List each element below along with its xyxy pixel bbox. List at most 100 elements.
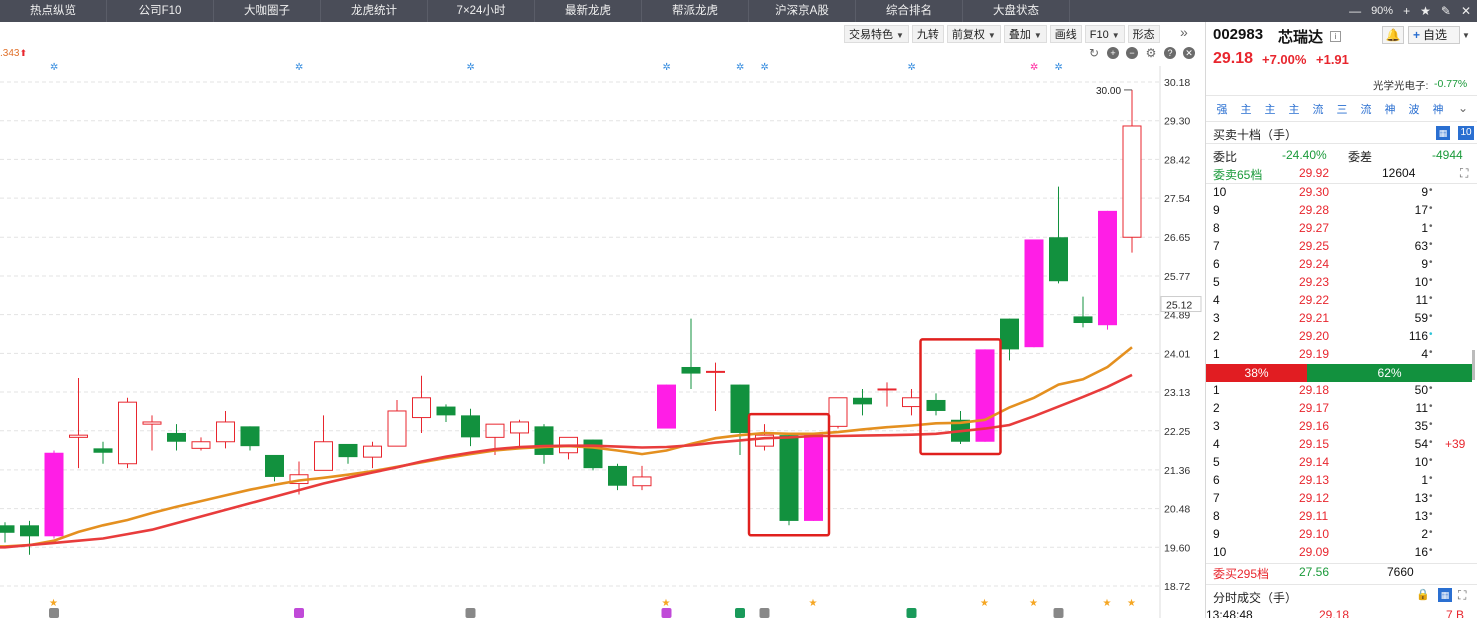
nav-tab[interactable]: 龙虎统计	[321, 0, 428, 22]
bid-row[interactable]: 8 29.11 13 •	[1206, 509, 1477, 527]
zoom-out-icon[interactable]: −	[1126, 47, 1138, 59]
last-price: 29.18	[1213, 50, 1254, 67]
volume-dot-icon: •	[1429, 401, 1433, 412]
bid-row[interactable]: 4 29.15 54 • +39	[1206, 437, 1477, 455]
orderbook-title: 买卖十档（手）	[1213, 128, 1298, 142]
level-price: 29.28	[1299, 203, 1330, 217]
toolbar-button[interactable]: 叠加 ▼	[1003, 25, 1047, 43]
nav-tab[interactable]: 综合排名	[856, 0, 963, 22]
ask-row[interactable]: 3 29.21 59 •	[1206, 311, 1477, 329]
toolbar-button[interactable]: 形态	[1127, 25, 1160, 43]
ma-line-red	[0, 373, 1133, 549]
toolbar-more-icon[interactable]: »	[1180, 24, 1188, 40]
industry-name[interactable]: 光学光电子:	[1373, 78, 1428, 93]
refresh-icon[interactable]: ↻	[1088, 47, 1100, 59]
toolbar-button[interactable]: 画线	[1049, 25, 1082, 43]
level-price: 29.09	[1299, 545, 1330, 559]
plus-icon: +	[1413, 28, 1421, 42]
level-volume: 63	[1414, 239, 1428, 253]
bid-row[interactable]: 5 29.14 10 •	[1206, 455, 1477, 473]
expand-icon[interactable]: ⛶	[1460, 166, 1468, 181]
alert-bell-button[interactable]: 🔔	[1382, 26, 1404, 44]
bid-row[interactable]: 1 29.18 50 •	[1206, 383, 1477, 401]
level-price: 29.11	[1299, 509, 1329, 523]
indicator-tag[interactable]: 波	[1405, 102, 1423, 118]
expand-icon[interactable]: ⛶	[1458, 588, 1466, 603]
indicator-tag[interactable]: 神	[1429, 102, 1447, 118]
nav-tab[interactable]: 帮派龙虎	[642, 0, 749, 22]
help-icon[interactable]: ?	[1164, 47, 1176, 59]
ask-row[interactable]: 4 29.22 11 •	[1206, 293, 1477, 311]
nav-tab[interactable]: 沪深京A股	[749, 0, 856, 22]
chart-icon-group: ↻ + − ⚙ ? ✕	[1088, 47, 1195, 59]
bid-row[interactable]: 6 29.13 1 •	[1206, 473, 1477, 491]
candle-body	[191, 441, 211, 449]
bottom-star-icon: ★	[809, 598, 818, 609]
level-price: 29.18	[1299, 383, 1330, 397]
bid-row[interactable]: 2 29.17 11 •	[1206, 401, 1477, 419]
bid-row[interactable]: 3 29.16 35 •	[1206, 419, 1477, 437]
close-icon[interactable]: ✕	[1461, 4, 1471, 18]
indicator-tag[interactable]: 神	[1381, 102, 1399, 118]
level-price: 29.16	[1299, 419, 1330, 433]
indicator-tag[interactable]: 主	[1237, 102, 1255, 118]
sell-summary-price: 29.92	[1299, 166, 1330, 180]
close-chart-icon[interactable]: ✕	[1183, 47, 1195, 59]
minus-icon[interactable]: —	[1349, 4, 1361, 18]
indicator-tag[interactable]: 主	[1261, 102, 1279, 118]
plus-icon[interactable]: +	[1403, 4, 1410, 18]
divider	[1206, 95, 1477, 96]
ask-row[interactable]: 5 29.23 10 •	[1206, 275, 1477, 293]
candle-body	[853, 397, 872, 405]
toolbar-button-label: 叠加	[1008, 29, 1031, 41]
star-icon[interactable]: ★	[1420, 4, 1431, 18]
nav-tab[interactable]: 大盘状态	[963, 0, 1070, 22]
nav-tab[interactable]: 大咖圈子	[214, 0, 321, 22]
kline-chart[interactable]: 30.1829.3028.4227.5426.6525.7724.8924.01…	[0, 22, 1205, 618]
indicator-tag[interactable]: 主	[1285, 102, 1303, 118]
orderbook-depth-toggle[interactable]: 10	[1458, 126, 1474, 140]
toolbar-button[interactable]: F10 ▼	[1084, 25, 1125, 43]
indicator-tag[interactable]: 三	[1333, 102, 1351, 118]
ask-row[interactable]: 2 29.20 116 •	[1206, 329, 1477, 347]
ask-row[interactable]: 7 29.25 63 •	[1206, 239, 1477, 257]
y-tick-label: 27.54	[1164, 193, 1190, 205]
volume-dot-icon: •	[1429, 293, 1433, 304]
expand-chevron-icon[interactable]: ⌄	[1458, 101, 1468, 115]
nav-tab[interactable]: 最新龙虎	[535, 0, 642, 22]
ask-row[interactable]: 1 29.19 4 •	[1206, 347, 1477, 365]
timesales-view-icon[interactable]: ▦	[1438, 588, 1452, 602]
indicator-tag[interactable]: 流	[1357, 102, 1375, 118]
bid-row[interactable]: 10 29.09 16 •	[1206, 545, 1477, 563]
edit-icon[interactable]: ✎	[1441, 4, 1451, 18]
level-number: 4	[1213, 293, 1220, 307]
ask-row[interactable]: 6 29.24 9 •	[1206, 257, 1477, 275]
ask-row[interactable]: 8 29.27 1 •	[1206, 221, 1477, 239]
bottom-star-icon: ★	[1127, 598, 1136, 609]
nav-tab[interactable]: 热点纵览	[0, 0, 107, 22]
ask-row[interactable]: 9 29.28 17 •	[1206, 203, 1477, 221]
add-watchlist-button[interactable]: + 自选	[1408, 26, 1460, 44]
bid-row[interactable]: 9 29.10 2 •	[1206, 527, 1477, 545]
level-volume: 11	[1415, 293, 1428, 307]
y-tick-label: 29.30	[1164, 116, 1190, 128]
toolbar-button[interactable]: 前复权 ▼	[946, 25, 1001, 43]
scrollbar[interactable]	[1472, 350, 1475, 380]
toolbar-button[interactable]: 九转	[911, 25, 944, 43]
volume-dot-icon: •	[1429, 437, 1433, 448]
candle-body	[779, 435, 799, 521]
ask-row[interactable]: 10 29.30 9 •	[1206, 185, 1477, 203]
settings-icon[interactable]: ⚙	[1145, 47, 1157, 59]
bid-row[interactable]: 7 29.12 13 •	[1206, 491, 1477, 509]
toolbar-button[interactable]: 交易特色 ▼	[844, 25, 909, 43]
info-icon[interactable]: i	[1330, 31, 1341, 42]
lock-icon[interactable]: 🔒	[1416, 588, 1430, 601]
indicator-tag[interactable]: 强	[1213, 102, 1231, 118]
indicator-tag[interactable]: 流	[1309, 102, 1327, 118]
nav-tab[interactable]: 公司F10	[107, 0, 214, 22]
orderbook-view-icon[interactable]: ▦	[1436, 126, 1450, 140]
chevron-down-icon[interactable]: ▼	[1462, 31, 1470, 40]
zoom-in-icon[interactable]: +	[1107, 47, 1119, 59]
nav-tab[interactable]: 7×24小时	[428, 0, 535, 22]
zoom-level: 90%	[1371, 5, 1394, 17]
